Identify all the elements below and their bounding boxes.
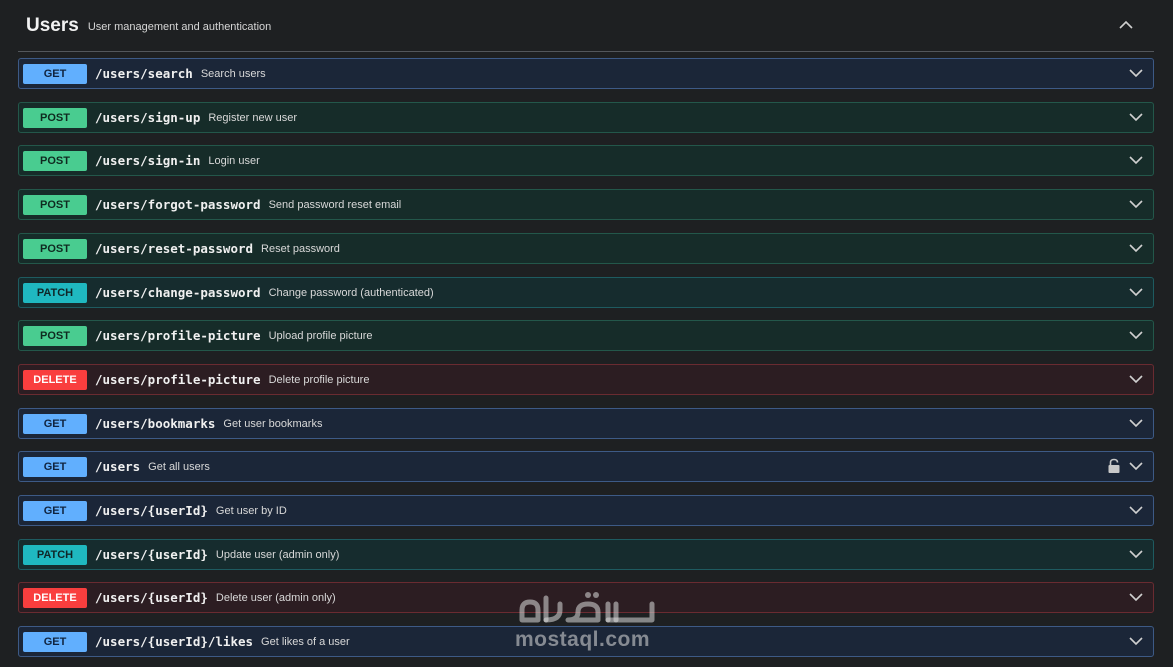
chevron-down-icon[interactable] [1129, 547, 1143, 561]
operation-summary: Upload profile picture [268, 329, 373, 342]
operation-path: /users/{userId}/likes [95, 634, 254, 649]
operation-row[interactable]: GET/users/search Search users [18, 58, 1154, 89]
lock-open-icon[interactable] [1107, 458, 1121, 474]
operation-summary: Reset password [261, 242, 340, 255]
operation-summary: Delete profile picture [268, 373, 370, 386]
section-title: Users [26, 14, 79, 36]
chevron-down-icon[interactable] [1129, 66, 1143, 80]
chevron-down-icon[interactable] [1129, 197, 1143, 211]
operation-path: /users/profile-picture [95, 328, 261, 343]
operation-path: /users/forgot-password [95, 197, 261, 212]
operation-path: /users/{userId} [95, 590, 208, 605]
operation-summary: Change password (authenticated) [268, 286, 434, 299]
section-description: User management and authentication [87, 21, 272, 33]
chevron-down-icon[interactable] [1129, 110, 1143, 124]
method-badge: PATCH [23, 544, 87, 565]
operation-path: /users/sign-up [95, 110, 201, 125]
operation-path: /users/bookmarks [95, 416, 216, 431]
operation-row[interactable]: POST/users/profile-picture Upload profile… [18, 320, 1154, 351]
chevron-down-icon[interactable] [1129, 634, 1143, 648]
method-badge: GET [23, 500, 87, 521]
operation-row[interactable]: DELETE/users/{userId} Delete user (admin … [18, 582, 1154, 613]
chevron-down-icon[interactable] [1129, 328, 1143, 342]
operation-summary: Send password reset email [268, 198, 402, 211]
operation-summary: Get user bookmarks [223, 417, 323, 430]
operation-path: /users/reset-password [95, 241, 254, 256]
operation-row[interactable]: GET/users/{userId} Get user by ID [18, 495, 1154, 526]
chevron-down-icon[interactable] [1129, 372, 1143, 386]
section-header[interactable]: Users User management and authentication [18, 0, 1154, 52]
users-section: Users User management and authentication… [18, 0, 1154, 657]
chevron-down-icon[interactable] [1129, 285, 1143, 299]
method-badge: POST [23, 150, 87, 171]
operation-summary: Update user (admin only) [215, 548, 340, 561]
operation-path: /users/{userId} [95, 547, 208, 562]
operation-row[interactable]: POST/users/reset-password Reset password [18, 233, 1154, 264]
operation-row[interactable]: POST/users/forgot-password Send password … [18, 189, 1154, 220]
method-badge: PATCH [23, 282, 87, 303]
operation-row[interactable]: PATCH/users/{userId} Update user (admin o… [18, 539, 1154, 570]
method-badge: POST [23, 194, 87, 215]
chevron-down-icon[interactable] [1129, 459, 1143, 473]
operation-summary: Get likes of a user [261, 635, 350, 648]
method-badge: DELETE [23, 369, 87, 390]
chevron-down-icon[interactable] [1129, 416, 1143, 430]
operation-row[interactable]: POST/users/sign-up Register new user [18, 102, 1154, 133]
chevron-down-icon[interactable] [1129, 241, 1143, 255]
operation-summary: Delete user (admin only) [215, 591, 336, 604]
operation-summary: Login user [208, 154, 260, 167]
method-badge: POST [23, 325, 87, 346]
chevron-up-icon[interactable] [1118, 17, 1134, 33]
operation-summary: Register new user [208, 111, 298, 124]
operation-row[interactable]: POST/users/sign-in Login user [18, 145, 1154, 176]
operation-path: /users/sign-in [95, 153, 201, 168]
operation-summary: Search users [200, 67, 266, 80]
operation-path: /users/{userId} [95, 503, 208, 518]
operation-row[interactable]: PATCH/users/change-password Change passwo… [18, 277, 1154, 308]
method-badge: GET [23, 456, 87, 477]
method-badge: GET [23, 631, 87, 652]
method-badge: GET [23, 413, 87, 434]
operation-path: /users/profile-picture [95, 372, 261, 387]
operation-path: /users [95, 459, 141, 474]
method-badge: POST [23, 107, 87, 128]
method-badge: DELETE [23, 587, 87, 608]
operation-row[interactable]: DELETE/users/profile-picture Delete profi… [18, 364, 1154, 395]
operation-summary: Get user by ID [215, 504, 287, 517]
operation-summary: Get all users [148, 460, 210, 473]
method-badge: POST [23, 238, 87, 259]
chevron-down-icon[interactable] [1129, 153, 1143, 167]
operation-row[interactable]: GET/users/{userId}/likes Get likes of a u… [18, 626, 1154, 657]
operation-path: /users/change-password [95, 285, 261, 300]
operation-row[interactable]: GET/users Get all users [18, 451, 1154, 482]
method-badge: GET [23, 63, 87, 84]
chevron-down-icon[interactable] [1129, 503, 1143, 517]
operation-row[interactable]: GET/users/bookmarks Get user bookmarks [18, 408, 1154, 439]
operation-path: /users/search [95, 66, 193, 81]
chevron-down-icon[interactable] [1129, 590, 1143, 604]
